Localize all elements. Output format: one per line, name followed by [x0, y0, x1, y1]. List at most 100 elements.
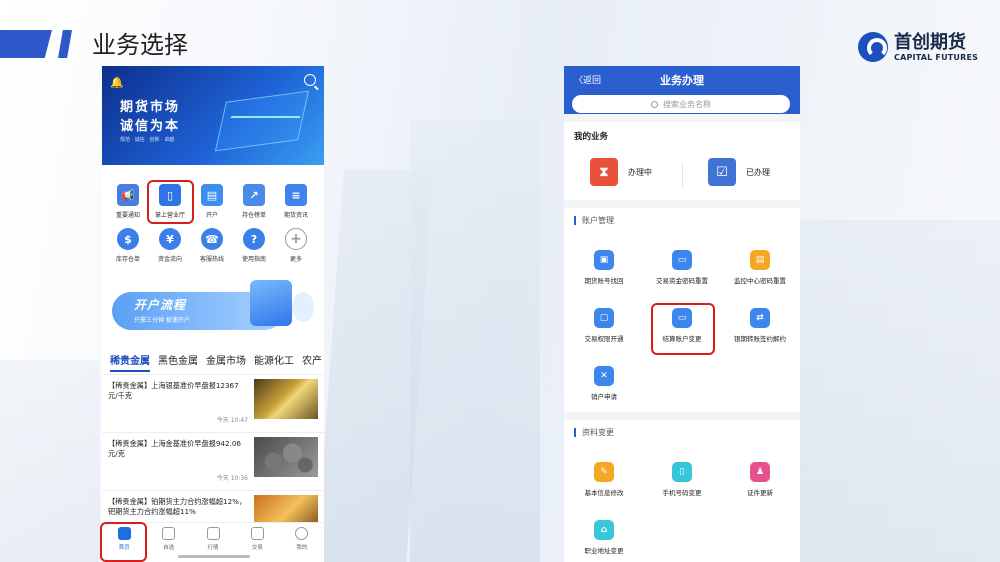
divider — [682, 162, 683, 188]
edit-icon: ✎ — [594, 462, 614, 482]
nav-label: 自选 — [163, 545, 175, 551]
tab-precious-metals[interactable]: 稀贵金属 — [110, 352, 150, 372]
wallet-icon: ▭ — [672, 250, 692, 270]
news-tabs: 稀贵金属 黑色金属 金属市场 能源化工 农产 — [110, 352, 324, 372]
icon-more[interactable]: + 更多 — [276, 228, 316, 263]
icon-label: 重要通知 — [115, 212, 140, 219]
search-placeholder: 搜索业务名称 — [663, 99, 711, 109]
icon-label: 更多 — [289, 256, 302, 263]
icon-label: 库存仓单 — [115, 256, 140, 263]
bell-icon[interactable]: 🔔 — [110, 76, 124, 89]
icon-guide[interactable]: ? 使用指南 — [234, 228, 274, 263]
clipboard-icon: ▤ — [750, 250, 770, 270]
service-label: 交易权限开通 — [584, 335, 624, 343]
service-label: 监控中心密码重置 — [734, 277, 786, 285]
shield-icon — [162, 527, 176, 540]
money-bag-icon: ¥ — [159, 228, 181, 250]
smile-icon — [295, 527, 309, 540]
news-image — [254, 437, 318, 477]
service-close-account[interactable]: ✕ 销户申请 — [569, 366, 639, 401]
nav-label: 我的 — [296, 545, 308, 551]
coins-icon: $ — [117, 228, 139, 250]
logo-cn: 首创期货 — [894, 31, 966, 53]
service-bank-futures-link[interactable]: ⇄ 银期转账签约解约 — [725, 308, 795, 343]
megaphone-icon: 📢 — [117, 184, 139, 206]
search-icon[interactable] — [304, 74, 316, 86]
tab-metal-market[interactable]: 金属市场 — [206, 352, 246, 372]
service-monitor-password-reset[interactable]: ▤ 监控中心密码重置 — [725, 250, 795, 285]
bg-building — [0, 360, 100, 562]
service-phone-change[interactable]: ▯ 手机号码变更 — [647, 462, 717, 497]
news-item[interactable]: 【稀贵金属】上海银基准价早盘报12367元/千克 今天 10:47 — [102, 374, 324, 432]
plus-icon: + — [285, 228, 307, 250]
icon-notice[interactable]: 📢 重要通知 — [108, 184, 148, 219]
icon-label: 使用指南 — [241, 256, 266, 263]
trade-icon — [250, 527, 264, 540]
news-image — [254, 379, 318, 419]
completed-button[interactable]: ☑ 已办理 — [708, 158, 770, 186]
home-banner[interactable]: 🔔 期货市场 诚信为本 规范 · 诚信 · 创新 · 卓越 — [102, 66, 324, 165]
tab-agriculture[interactable]: 农产 — [302, 352, 322, 372]
nav-mine[interactable]: 我的 — [280, 523, 324, 562]
document-icon: ≡ — [285, 184, 307, 206]
icon-capital-flow[interactable]: ¥ 资金流向 — [150, 228, 190, 263]
service-account-recovery[interactable]: ▣ 期货账号找回 — [569, 250, 639, 285]
logo-mark-icon — [858, 32, 888, 62]
promo-decoration — [292, 292, 314, 322]
highlight-box-home — [100, 522, 147, 562]
news-title: 【稀贵金属】上海金基准价早盘报942.06元/克 — [108, 439, 241, 458]
service-address-change[interactable]: ⌂ 职业地址变更 — [569, 520, 639, 555]
section-heading: 我的业务 — [574, 132, 609, 142]
bg-building — [410, 120, 540, 562]
banner-chart-line — [230, 88, 300, 118]
tab-ferrous-metals[interactable]: 黑色金属 — [158, 352, 198, 372]
mobile-icon: ▯ — [672, 462, 692, 482]
icon-label: 期货资讯 — [283, 212, 308, 219]
icon-futures-news[interactable]: ≡ 期货资讯 — [276, 184, 316, 219]
icon-hotline[interactable]: ☎ 客服热线 — [192, 228, 232, 263]
in-progress-button[interactable]: ⧗ 办理中 — [590, 158, 652, 186]
icon-label: 客服热线 — [199, 256, 224, 263]
checklist-icon: ☑ — [708, 158, 736, 186]
service-id-update[interactable]: ♟ 证件更新 — [725, 462, 795, 497]
service-trade-permission[interactable]: ▢ 交易权限开通 — [569, 308, 639, 343]
lock-icon: ⌂ — [594, 520, 614, 540]
service-label: 银期转账签约解约 — [734, 335, 786, 343]
slide-title: 业务选择 — [92, 31, 188, 59]
icon-label: 开户 — [205, 212, 218, 219]
business-header: 〈返回 业务办理 搜索业务名称 — [564, 66, 800, 114]
logo-en: CAPITAL FUTURES — [894, 52, 979, 62]
search-input[interactable]: 搜索业务名称 — [572, 95, 790, 113]
search-icon — [651, 100, 658, 108]
news-time: 今天 10:36 — [216, 475, 248, 482]
link-card-icon: ⇄ — [750, 308, 770, 328]
info-change-card: 资料变更 ✎ 基本信息修改 ▯ 手机号码变更 ♟ 证件更新 ⌂ 职业地址变更 — [564, 420, 800, 562]
service-label: 期货账号找回 — [584, 277, 624, 285]
page-title: 业务办理 — [660, 74, 704, 87]
news-title: 【稀贵金属】铂期货主力合约涨幅超12%，钯期货主力合约涨幅超11% — [108, 497, 247, 516]
service-fund-password-reset[interactable]: ▭ 交易资金密码重置 — [647, 250, 717, 285]
service-label: 职业地址变更 — [584, 547, 624, 555]
service-label: 手机号码变更 — [662, 489, 702, 497]
highlight-box-mobile-hall — [147, 180, 194, 224]
icon-warehouse[interactable]: $ 库存仓单 — [108, 228, 148, 263]
service-basic-info[interactable]: ✎ 基本信息修改 — [569, 462, 639, 497]
news-title: 【稀贵金属】上海银基准价早盘报12367元/千克 — [108, 381, 239, 400]
news-time: 今天 10:47 — [216, 417, 248, 424]
nav-label: 交易 — [251, 545, 263, 551]
icon-position-list[interactable]: ↗ 持仓榜单 — [234, 184, 274, 219]
promo-illustration — [250, 280, 292, 326]
icon-open-account[interactable]: ▤ 开户 — [192, 184, 232, 219]
promo-title: 开户流程 — [134, 298, 187, 312]
section-heading: 账户管理 — [574, 216, 614, 225]
nav-label: 行情 — [207, 545, 219, 551]
person-icon: ♟ — [750, 462, 770, 482]
card-icon: ▤ — [201, 184, 223, 206]
promo-subtitle: 只需三分钟 极速开户 — [134, 317, 190, 324]
banner-line2: 诚信为本 — [120, 119, 181, 134]
news-item[interactable]: 【稀贵金属】上海金基准价早盘报942.06元/克 今天 10:36 — [102, 432, 324, 490]
banner-line1: 期货市场 — [120, 100, 181, 115]
banner-line3: 规范 · 诚信 · 创新 · 卓越 — [120, 137, 175, 143]
headset-icon: ☎ — [201, 228, 223, 250]
tab-energy-chemical[interactable]: 能源化工 — [254, 352, 294, 372]
